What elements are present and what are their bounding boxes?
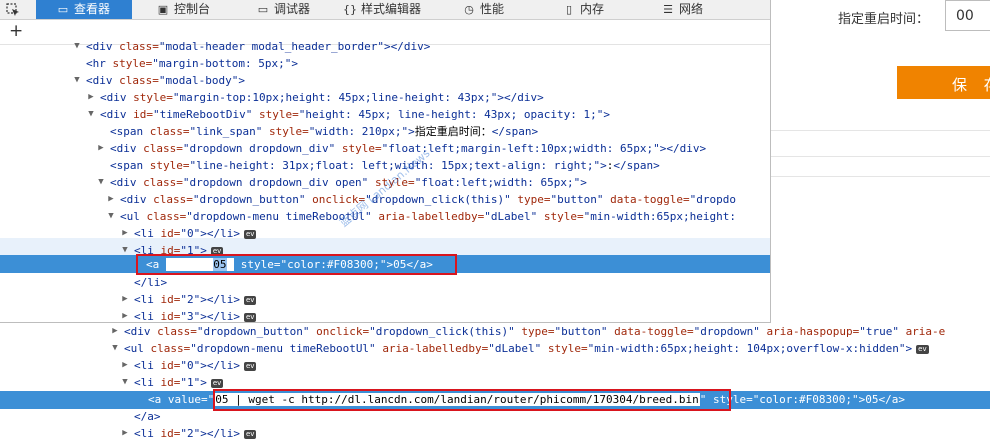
highlight-box bbox=[136, 254, 457, 275]
style-editor-icon: {} bbox=[343, 3, 357, 16]
code-line[interactable]: <hr style="margin-bottom: 5px;"> bbox=[86, 55, 298, 72]
code-line[interactable]: ▼ <div class="modal-header modal_header_b… bbox=[72, 38, 430, 55]
memory-icon: ▯ bbox=[565, 3, 573, 16]
code-line[interactable]: ▶ <li id="2"></li> ev bbox=[120, 291, 257, 308]
inspector-icon: ▭ bbox=[57, 3, 69, 16]
event-badge[interactable]: ev bbox=[244, 229, 257, 239]
devtools-toolbar: ▭ 查看器 ▣ 控制台 ▭ 调试器 {} 样式编辑器 ◷ 性能 ▯ 内存 ☰ 网络 bbox=[0, 0, 770, 20]
tab-performance[interactable]: ◷ 性能 bbox=[462, 0, 504, 19]
code-line[interactable]: </a> bbox=[134, 408, 161, 425]
network-icon: ☰ bbox=[663, 3, 673, 16]
reboot-hour-select[interactable]: 00 bbox=[945, 0, 990, 31]
divider bbox=[771, 156, 990, 157]
performance-icon: ◷ bbox=[464, 3, 474, 16]
code-line[interactable]: <span style="line-height: 31px;float: le… bbox=[110, 157, 660, 174]
code-line[interactable]: ▼ <li id="1"> ev bbox=[120, 374, 224, 391]
tab-style-editor[interactable]: {} 样式编辑器 bbox=[343, 0, 421, 19]
save-button[interactable]: 保 存 bbox=[897, 66, 990, 99]
code-line[interactable]: ▶ <li id="0"></li> ev bbox=[120, 357, 257, 374]
console-icon: ▣ bbox=[157, 3, 169, 16]
code-line[interactable]: ▼ <div class="dropdown dropdown_div open"… bbox=[96, 174, 587, 191]
code-line[interactable]: <span class="link_span" style="width: 21… bbox=[110, 123, 538, 140]
code-line[interactable]: ▶ <div class="dropdown_button" onclick="d… bbox=[110, 323, 945, 340]
tab-inspector[interactable]: ▭ 查看器 bbox=[36, 0, 132, 19]
code-line[interactable]: ▼ <div id="timeRebootDiv" style="height: … bbox=[86, 106, 610, 123]
code-line[interactable]: </li> bbox=[134, 274, 167, 291]
tab-memory[interactable]: ▯ 内存 bbox=[562, 0, 604, 19]
hovered-row bbox=[0, 238, 770, 255]
tab-console[interactable]: ▣ 控制台 bbox=[156, 0, 210, 19]
code-line[interactable]: ▼ <div class="modal-body"> bbox=[72, 72, 245, 89]
code-line[interactable]: ▼ <ul class="dropdown-menu timeRebootUl" … bbox=[106, 208, 736, 225]
code-line[interactable]: ▶ <div style="margin-top:10px;height: 45p… bbox=[86, 89, 543, 106]
debugger-icon: ▭ bbox=[257, 3, 269, 16]
highlight-box bbox=[213, 389, 731, 411]
router-settings-page bbox=[771, 0, 990, 320]
divider bbox=[771, 130, 990, 131]
reboot-time-label: 指定重启时间： bbox=[838, 12, 930, 27]
code-line[interactable]: ▶ <li id="0"></li> ev bbox=[120, 225, 257, 242]
tab-network[interactable]: ☰ 网络 bbox=[661, 0, 703, 19]
code-line[interactable]: ▶ <li id="3"></li> ev bbox=[120, 308, 257, 322]
event-badge[interactable]: ev bbox=[244, 361, 257, 371]
event-badge[interactable]: ev bbox=[916, 344, 929, 354]
code-line[interactable]: ▼ <ul class="dropdown-menu timeRebootUl" … bbox=[110, 340, 929, 357]
element-picker-icon[interactable] bbox=[0, 0, 26, 19]
event-badge[interactable]: ev bbox=[244, 312, 257, 322]
devtools-panel: ▭ 查看器 ▣ 控制台 ▭ 调试器 {} 样式编辑器 ◷ 性能 ▯ 内存 ☰ 网络 + ▼ <d… bbox=[0, 0, 771, 323]
tab-debugger[interactable]: ▭ 调试器 bbox=[256, 0, 310, 19]
code-line[interactable]: ▶ <div class="dropdown_button" onclick="d… bbox=[106, 191, 736, 208]
code-line[interactable]: ▶ <div class="dropdown dropdown_div" styl… bbox=[96, 140, 706, 157]
event-badge[interactable]: ev bbox=[244, 429, 257, 439]
code-line[interactable]: ▶ <li id="2"></li> ev bbox=[120, 425, 257, 442]
event-badge[interactable]: ev bbox=[210, 378, 224, 388]
add-node-icon[interactable]: + bbox=[9, 21, 23, 41]
divider bbox=[771, 176, 990, 177]
event-badge[interactable]: ev bbox=[244, 295, 257, 305]
